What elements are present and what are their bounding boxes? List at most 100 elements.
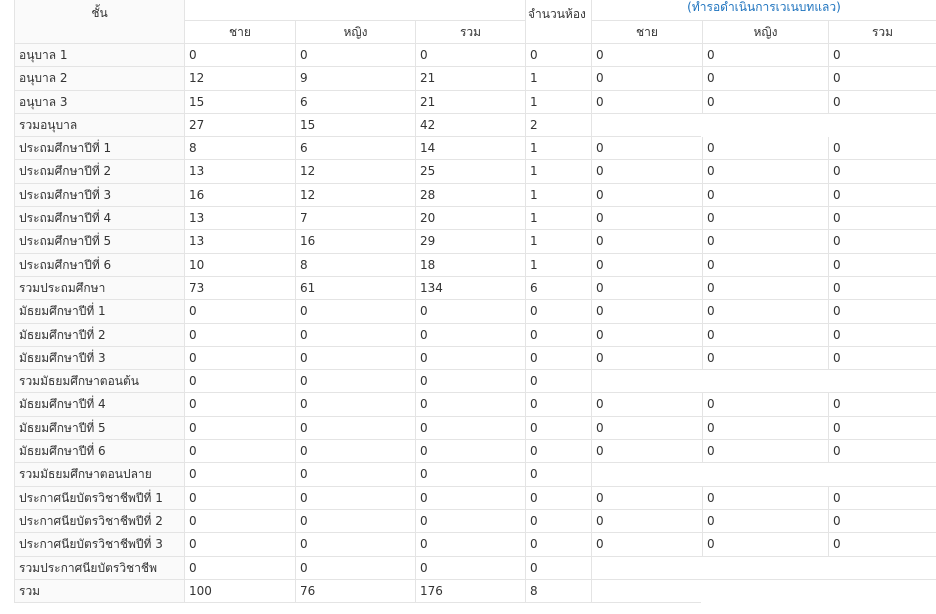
row-label: มัธยมศึกษาปีที่ 1	[14, 300, 184, 324]
waiting-total-cell: 0	[828, 440, 936, 464]
table-row: ประกาศนียบัตรวิชาชีพปีที่ 30000000	[14, 533, 936, 557]
waiting-total-cell: 0	[828, 533, 936, 557]
students-total-cell: 0	[415, 486, 525, 510]
waiting-male-cell: 0	[591, 67, 702, 91]
waiting-female-cell: 0	[702, 300, 828, 324]
students-total-cell: 21	[415, 90, 525, 114]
waiting-female-cell: 0	[702, 440, 828, 464]
row-label: อนุบาล 2	[14, 67, 184, 91]
students-total-cell: 14	[415, 137, 525, 161]
waiting-male-cell: 0	[591, 533, 702, 557]
waiting-male-cell: 0	[591, 253, 702, 277]
students-male-cell: 12	[184, 67, 295, 91]
table-row: รวมมัธยมศึกษาตอนปลาย 0 0 0 0	[14, 463, 936, 487]
student-stats-table: ชั้น จำนวนห้อง (ทำรอดำเนินการเวเนบทแลว) …	[14, 0, 936, 604]
column-header-waiting-total: รวม	[828, 21, 936, 44]
table-row: มัธยมศึกษาปีที่ 20000000	[14, 323, 936, 347]
students-male-cell: 0	[184, 44, 295, 68]
waiting-total-cell: 0	[828, 183, 936, 208]
waiting-male-cell: 0	[591, 416, 702, 441]
students-total-cell: 0	[415, 416, 525, 441]
waiting-total-cell: 0	[828, 137, 936, 161]
empty-cell	[591, 579, 701, 604]
column-header-students-female: หญิง	[295, 21, 415, 44]
students-total-cell: 29	[415, 230, 525, 254]
students-female-cell: 76	[295, 579, 415, 604]
waiting-total-cell: 0	[828, 509, 936, 534]
table-row: ประถมศึกษาปีที่ 5 13 16 29 1 0 0 0	[14, 230, 936, 254]
students-total-cell: 134	[415, 276, 525, 301]
students-female-cell: 12	[295, 160, 415, 184]
table-header: ชั้น จำนวนห้อง (ทำรอดำเนินการเวเนบทแลว) …	[14, 0, 936, 44]
table-row: ประกาศนียบัตรวิชาชีพปีที่ 10000000	[14, 486, 936, 510]
students-female-cell: 15	[295, 113, 415, 138]
rooms-cell: 0	[525, 44, 591, 68]
rooms-cell: 1	[525, 67, 591, 91]
students-total-cell: 28	[415, 183, 525, 208]
rooms-cell: 0	[525, 393, 591, 417]
students-total-cell: 0	[415, 323, 525, 347]
waiting-female-cell: 0	[702, 207, 828, 231]
waiting-total-cell: 0	[828, 230, 936, 254]
rooms-cell: 0	[525, 463, 591, 487]
waiting-male-cell: 0	[591, 160, 702, 184]
waiting-female-cell: 0	[702, 253, 828, 277]
waiting-male-cell: 0	[591, 207, 702, 231]
waiting-male-cell: 0	[591, 44, 702, 68]
row-label: ประถมศึกษาปีที่ 1	[14, 137, 184, 161]
students-female-cell: 0	[295, 509, 415, 534]
waiting-total-cell: 0	[828, 416, 936, 441]
table-row: รวม 100 76 176 8	[14, 579, 936, 604]
empty-cell	[591, 113, 701, 138]
row-label: ประกาศนียบัตรวิชาชีพปีที่ 3	[14, 533, 184, 557]
column-header-class: ชั้น	[14, 0, 184, 44]
table-row: ประถมศึกษาปีที่ 2 13 12 25 1 0 0 0	[14, 160, 936, 184]
table-row: มัธยมศึกษาปีที่ 60000000	[14, 440, 936, 464]
waiting-female-cell: 0	[702, 90, 828, 114]
column-header-students-male: ชาย	[184, 21, 295, 44]
waiting-note-link[interactable]: (ทำรอดำเนินการเวเนบทแลว)	[591, 0, 936, 21]
waiting-male-cell: 0	[591, 276, 702, 301]
students-total-cell: 0	[415, 346, 525, 371]
waiting-female-cell: 0	[702, 509, 828, 534]
students-female-cell: 0	[295, 44, 415, 68]
students-male-cell: 73	[184, 276, 295, 301]
students-male-cell: 0	[184, 323, 295, 347]
table-row: อนุบาล 10000000	[14, 44, 936, 68]
rooms-cell: 1	[525, 230, 591, 254]
waiting-total-cell: 0	[828, 253, 936, 277]
column-header-rooms: จำนวนห้อง	[525, 0, 591, 44]
students-male-cell: 13	[184, 160, 295, 184]
students-male-cell: 16	[184, 183, 295, 208]
rooms-cell: 0	[525, 346, 591, 371]
table-row: อนุบาล 3 15 6 21 1 0 0 0	[14, 90, 936, 114]
table-row: ประถมศึกษาปีที่ 3 16 12 28 1 0 0 0	[14, 183, 936, 208]
waiting-male-cell: 0	[591, 183, 702, 208]
row-label: มัธยมศึกษาปีที่ 4	[14, 393, 184, 417]
empty-cell	[591, 463, 936, 487]
students-total-cell: 20	[415, 207, 525, 231]
table-row: รวมประกาศนียบัตรวิชาชีพ 0 0 0 0	[14, 556, 936, 580]
waiting-female-cell: 0	[702, 486, 828, 510]
row-label: มัธยมศึกษาปีที่ 2	[14, 323, 184, 347]
students-total-cell: 0	[415, 463, 525, 487]
students-male-cell: 0	[184, 463, 295, 487]
column-header-students-total: รวม	[415, 21, 525, 44]
table-row: มัธยมศึกษาปีที่ 40000000	[14, 393, 936, 417]
column-header-waiting-female: หญิง	[702, 21, 828, 44]
students-total-cell: 42	[415, 113, 525, 138]
students-male-cell: 0	[184, 509, 295, 534]
students-male-cell: 13	[184, 207, 295, 231]
waiting-female-cell: 0	[702, 416, 828, 441]
row-label: มัธยมศึกษาปีที่ 5	[14, 416, 184, 441]
waiting-total-cell: 0	[828, 67, 936, 91]
students-male-cell: 8	[184, 137, 295, 161]
rooms-cell: 1	[525, 253, 591, 277]
students-total-cell: 18	[415, 253, 525, 277]
students-total-cell: 0	[415, 370, 525, 394]
row-label: ประกาศนียบัตรวิชาชีพปีที่ 2	[14, 509, 184, 534]
empty-cell	[591, 370, 936, 394]
students-female-cell: 0	[295, 393, 415, 417]
waiting-total-cell: 0	[828, 207, 936, 231]
students-male-cell: 0	[184, 346, 295, 371]
